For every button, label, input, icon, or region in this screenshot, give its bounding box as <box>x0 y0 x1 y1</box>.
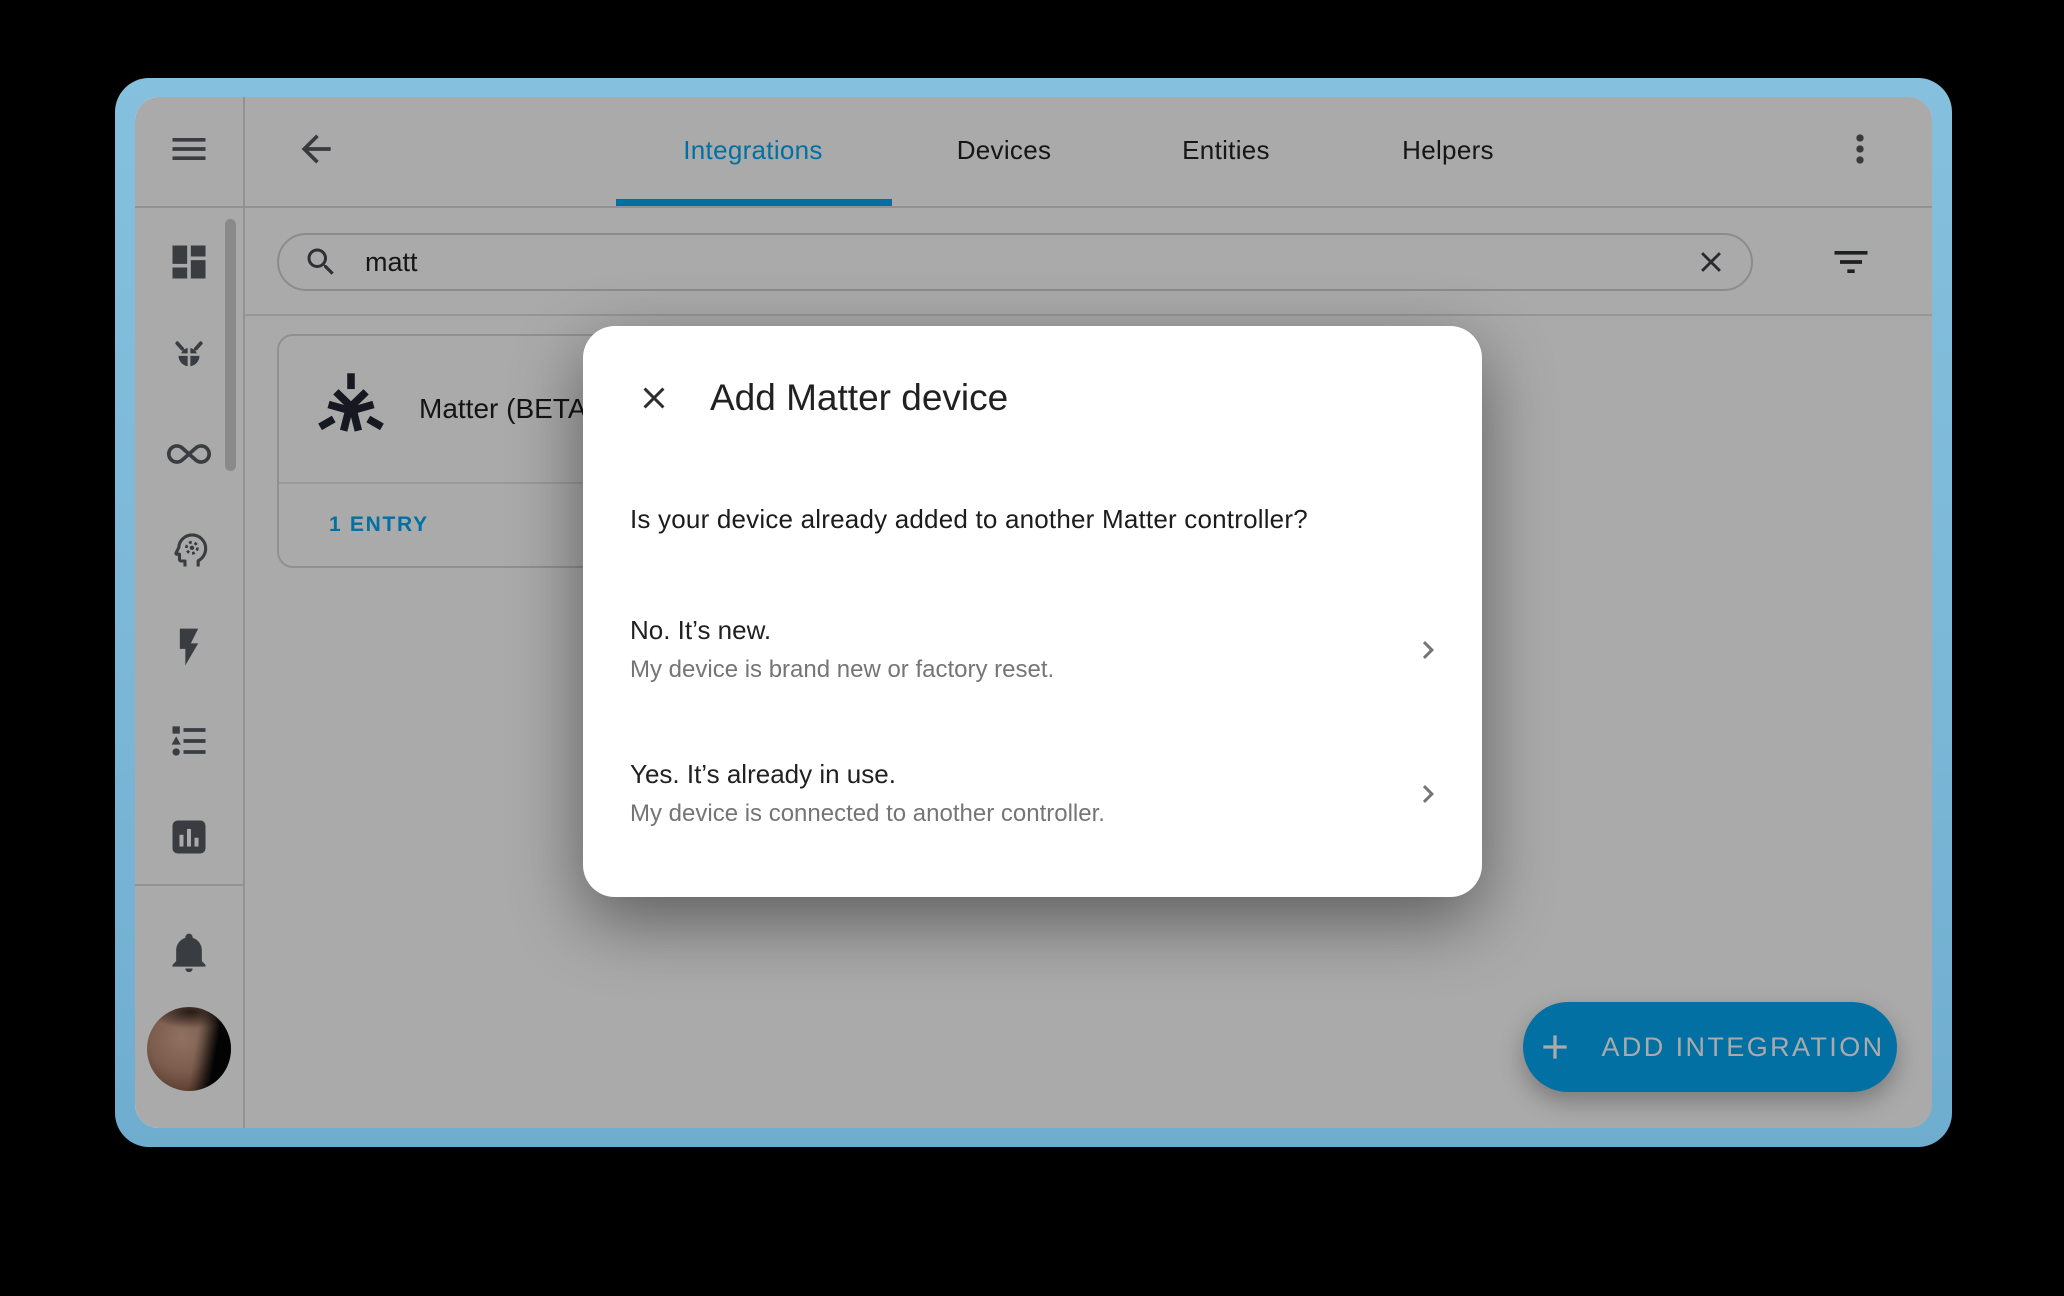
option-device-new[interactable]: No. It’s new. My device is brand new or … <box>630 613 1446 687</box>
screenshot-canvas: Integrations Devices Entities Helpers <box>0 0 2064 1296</box>
chevron-right-icon <box>1410 632 1446 668</box>
option-description: My device is connected to another contro… <box>630 797 1105 831</box>
dialog-close-button[interactable] <box>630 374 678 422</box>
option-description: My device is brand new or factory reset. <box>630 653 1054 687</box>
option-title: No. It’s new. <box>630 613 1054 647</box>
dialog-question: Is your device already added to another … <box>630 504 1308 535</box>
option-device-in-use[interactable]: Yes. It’s already in use. My device is c… <box>630 757 1446 831</box>
dialog-title: Add Matter device <box>710 375 1008 421</box>
chevron-right-icon <box>1410 776 1446 812</box>
add-matter-device-dialog: Add Matter device Is your device already… <box>583 326 1482 897</box>
close-icon <box>636 380 672 416</box>
option-title: Yes. It’s already in use. <box>630 757 1105 791</box>
app-window-frame: Integrations Devices Entities Helpers <box>115 78 1952 1147</box>
home-assistant-app: Integrations Devices Entities Helpers <box>135 97 1932 1128</box>
